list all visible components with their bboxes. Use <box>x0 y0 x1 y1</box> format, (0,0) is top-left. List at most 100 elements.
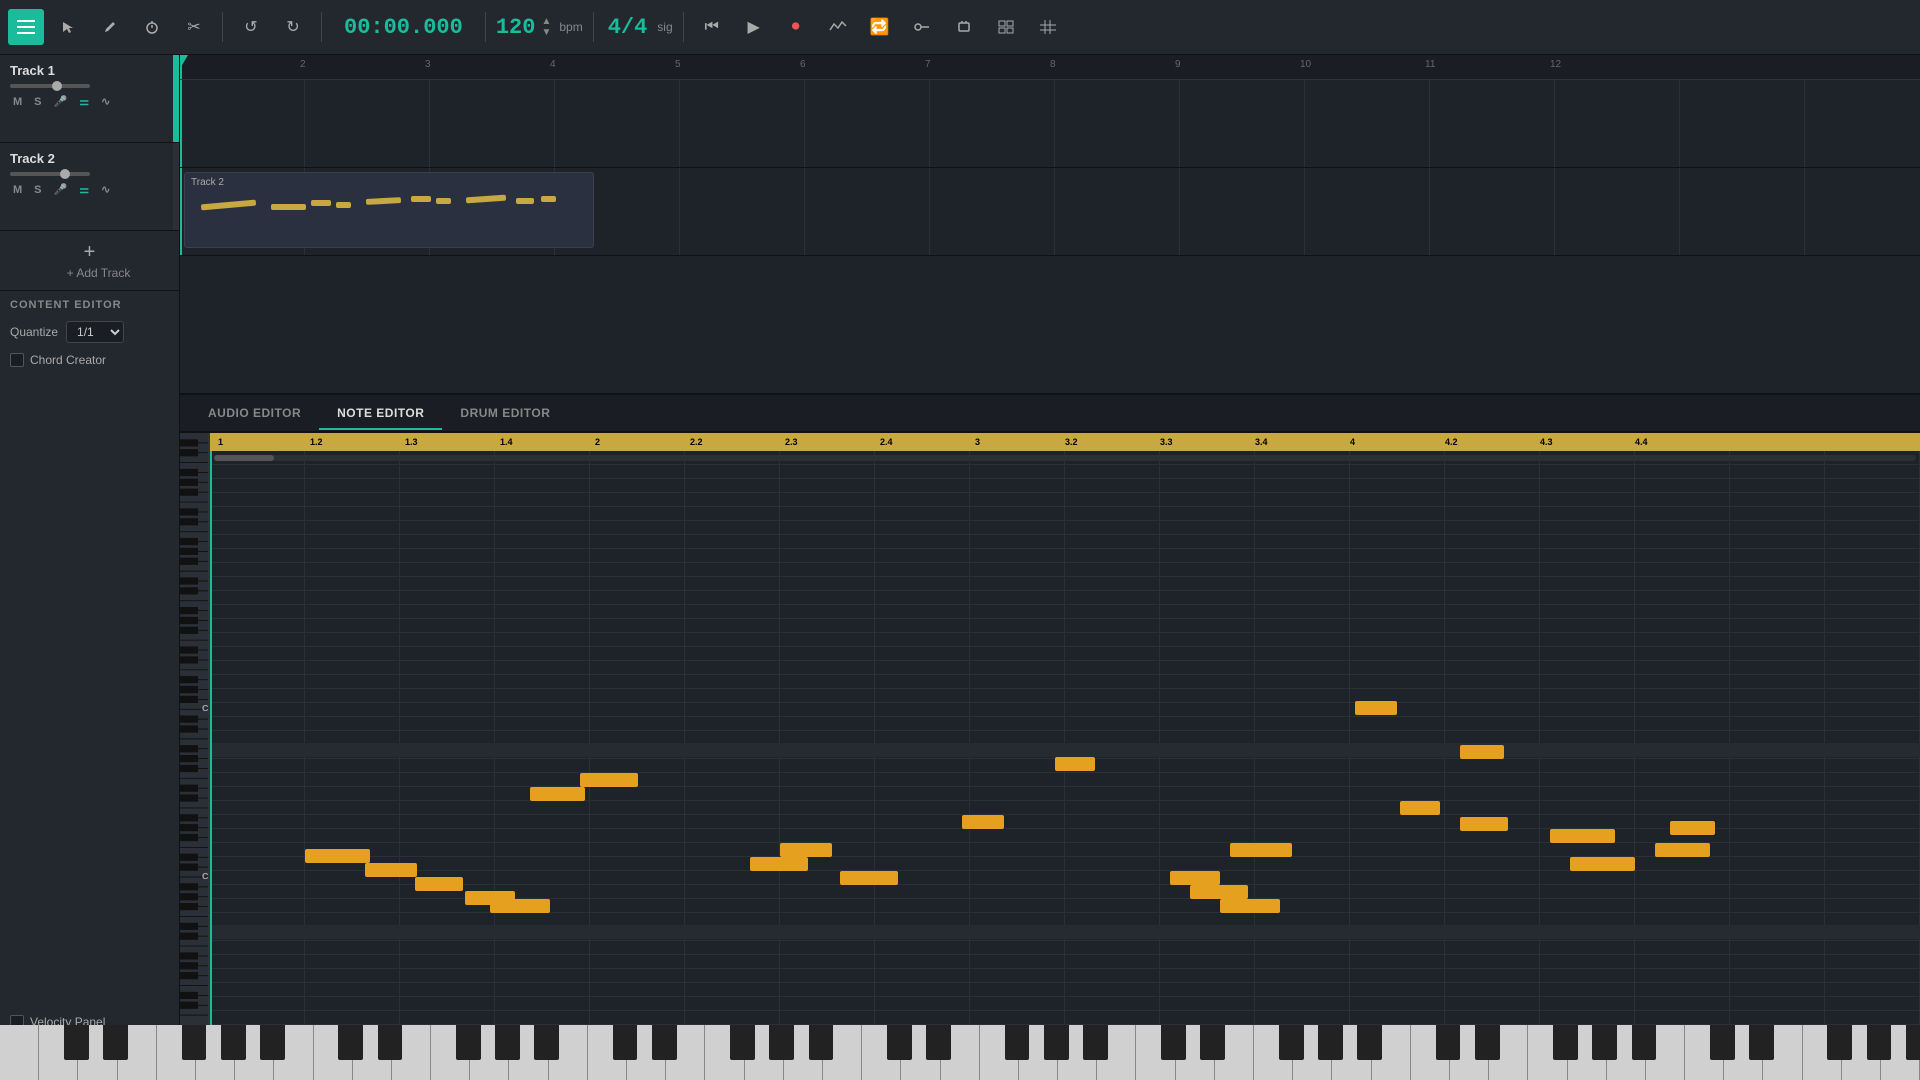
vk-black-28[interactable] <box>1553 1025 1578 1060</box>
note-7[interactable] <box>490 899 550 913</box>
note-20[interactable] <box>1460 745 1504 759</box>
vk-black-19[interactable] <box>1044 1025 1069 1060</box>
vk-black-22[interactable] <box>1200 1025 1225 1060</box>
note-8[interactable] <box>750 857 808 871</box>
menu-button[interactable] <box>8 9 44 45</box>
vk-black-29[interactable] <box>1592 1025 1617 1060</box>
redo-button[interactable]: ↻ <box>275 9 311 45</box>
vk-black-23[interactable] <box>1279 1025 1304 1060</box>
vk-black-7[interactable] <box>378 1025 403 1060</box>
track-2-fx[interactable]: ∿ <box>98 182 113 197</box>
vk-black-20[interactable] <box>1083 1025 1108 1060</box>
track-2-clip[interactable]: Track 2 <box>184 172 594 248</box>
track-1-solo[interactable]: S <box>31 95 44 109</box>
bpm-arrows[interactable]: ▲▼ <box>541 16 551 38</box>
vk-black-5[interactable] <box>260 1025 285 1060</box>
vk-key-16[interactable] <box>588 1025 627 1080</box>
note-5[interactable] <box>580 773 638 787</box>
quantize-select[interactable]: 1/1 1/2 1/4 1/8 1/16 <box>66 321 124 343</box>
tab-audio-editor[interactable]: AUDIO EDITOR <box>190 398 319 430</box>
track-2-mute[interactable]: M <box>10 183 25 197</box>
note-17[interactable] <box>1355 701 1397 715</box>
add-track-button[interactable]: + + Add Track <box>0 231 179 290</box>
note-2[interactable] <box>365 863 417 877</box>
vk-black-6[interactable] <box>338 1025 363 1060</box>
vk-black-24[interactable] <box>1318 1025 1343 1060</box>
note-grid-area[interactable] <box>210 451 1920 1025</box>
vk-black-14[interactable] <box>769 1025 794 1060</box>
note-16[interactable] <box>1230 843 1292 857</box>
vk-black-16[interactable] <box>887 1025 912 1060</box>
track-2-content[interactable]: Track 2 <box>180 168 1920 255</box>
vk-black-31[interactable] <box>1710 1025 1735 1060</box>
select-tool-button[interactable] <box>50 9 86 45</box>
track-2-volume-slider[interactable] <box>10 172 90 176</box>
cut-button[interactable]: ✂ <box>176 9 212 45</box>
vk-black-12[interactable] <box>652 1025 677 1060</box>
track-1-eq[interactable]: ⚌ <box>76 94 92 109</box>
vk-black-8[interactable] <box>456 1025 481 1060</box>
track-1-content[interactable] <box>180 80 1920 167</box>
vk-key-47[interactable] <box>1803 1025 1842 1080</box>
vk-key-26[interactable] <box>980 1025 1019 1080</box>
vk-key-12[interactable] <box>431 1025 470 1080</box>
track-2-eq[interactable]: ⚌ <box>76 182 92 197</box>
track-1-mute[interactable]: M <box>10 95 25 109</box>
vk-black-26[interactable] <box>1436 1025 1461 1060</box>
note-9[interactable] <box>780 843 832 857</box>
vk-black-17[interactable] <box>926 1025 951 1060</box>
timer-button[interactable] <box>134 9 170 45</box>
vk-key-37[interactable] <box>1411 1025 1450 1080</box>
note-1[interactable] <box>305 849 370 863</box>
tab-drum-editor[interactable]: DRUM EDITOR <box>442 398 568 430</box>
note-23[interactable] <box>1655 843 1710 857</box>
note-14[interactable] <box>1190 885 1248 899</box>
arrange-button[interactable] <box>988 9 1024 45</box>
chord-creator-checkbox[interactable] <box>10 353 24 367</box>
vk-black-10[interactable] <box>534 1025 559 1060</box>
vk-black-21[interactable] <box>1161 1025 1186 1060</box>
vk-black-4[interactable] <box>221 1025 246 1060</box>
track-2-arm[interactable]: 🎤 <box>51 182 71 197</box>
pencil-tool-button[interactable] <box>92 9 128 45</box>
vk-key-5[interactable] <box>180 1025 196 1080</box>
note-3[interactable] <box>415 877 463 891</box>
vk-key-23[interactable] <box>862 1025 901 1080</box>
plugin-button[interactable] <box>946 9 982 45</box>
note-11[interactable] <box>962 815 1004 829</box>
note-22[interactable] <box>1570 857 1635 871</box>
vk-key-9[interactable] <box>314 1025 353 1080</box>
vk-black-30[interactable] <box>1632 1025 1657 1060</box>
note-10[interactable] <box>840 871 898 885</box>
grid-button[interactable] <box>1030 9 1066 45</box>
note-15[interactable] <box>1220 899 1280 913</box>
track-2-solo[interactable]: S <box>31 183 44 197</box>
vk-key-30[interactable] <box>1136 1025 1175 1080</box>
vk-keys-container[interactable]: .vk-w { flex:1; background:#d0d0d0; bord… <box>180 1025 1920 1080</box>
vk-black-33[interactable] <box>1827 1025 1852 1060</box>
vk-black-3[interactable] <box>182 1025 207 1060</box>
note-6[interactable] <box>530 787 585 801</box>
track-1-arm[interactable]: 🎤 <box>51 94 71 109</box>
note-19[interactable] <box>1460 817 1508 831</box>
vk-black-27[interactable] <box>1475 1025 1500 1060</box>
vk-key-19[interactable] <box>705 1025 744 1080</box>
note-18[interactable] <box>1400 801 1440 815</box>
rewind-button[interactable]: ⏮ <box>694 9 730 45</box>
vk-black-13[interactable] <box>730 1025 755 1060</box>
play-button[interactable]: ▶ <box>736 9 772 45</box>
note-21[interactable] <box>1550 829 1615 843</box>
vk-black-9[interactable] <box>495 1025 520 1060</box>
vk-black-15[interactable] <box>809 1025 834 1060</box>
automation-button[interactable] <box>820 9 856 45</box>
vk-black-11[interactable] <box>613 1025 638 1060</box>
track-1-fx[interactable]: ∿ <box>98 94 113 109</box>
loop-button[interactable]: 🔁 <box>862 9 898 45</box>
vk-black-35[interactable] <box>1906 1025 1920 1060</box>
vk-key-44[interactable] <box>1685 1025 1724 1080</box>
vk-key-33[interactable] <box>1254 1025 1293 1080</box>
scrollbar-thumb[interactable] <box>214 455 274 461</box>
vk-black-34[interactable] <box>1867 1025 1892 1060</box>
vk-key-40[interactable] <box>1528 1025 1567 1080</box>
vk-black-32[interactable] <box>1749 1025 1774 1060</box>
